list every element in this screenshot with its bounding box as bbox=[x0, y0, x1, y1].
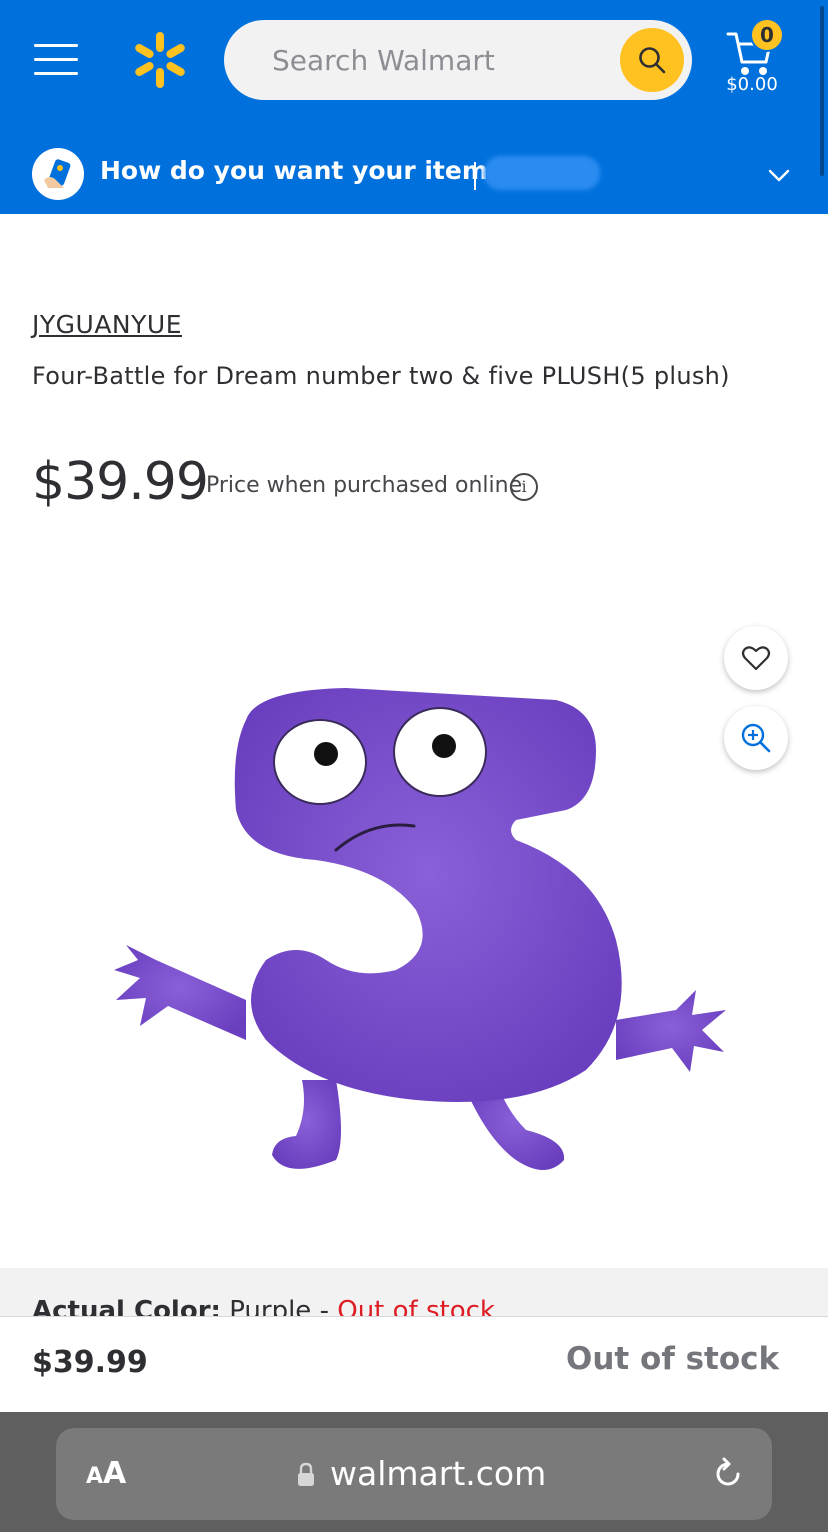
variant-status: Out of stock bbox=[337, 1296, 495, 1318]
product-image[interactable] bbox=[96, 660, 746, 1200]
lock-icon bbox=[298, 1462, 314, 1486]
info-icon[interactable]: i bbox=[510, 473, 538, 501]
zoom-in-icon bbox=[741, 723, 771, 753]
delivery-icon bbox=[32, 148, 84, 200]
redacted-address bbox=[484, 156, 600, 190]
product-price: $39.99 bbox=[32, 452, 209, 512]
variant-selector[interactable]: Actual Color: Purple - Out of stock bbox=[0, 1268, 828, 1318]
menu-icon[interactable] bbox=[34, 40, 78, 80]
variant-label: Actual Color: bbox=[32, 1296, 221, 1318]
browser-toolbar: AA walmart.com bbox=[0, 1412, 828, 1532]
delivery-selector[interactable]: How do you want your items? bbox=[0, 136, 828, 214]
chevron-down-icon bbox=[768, 169, 790, 182]
address-bar[interactable]: AA walmart.com bbox=[56, 1428, 772, 1520]
search-input[interactable] bbox=[272, 20, 612, 100]
heart-icon bbox=[741, 646, 771, 671]
site-header: 0 $0.00 How do you want your items? bbox=[0, 0, 828, 214]
sticky-price: $39.99 bbox=[32, 1345, 148, 1380]
out-of-stock-button[interactable]: Out of stock bbox=[566, 1341, 779, 1377]
cart-count-badge: 0 bbox=[750, 18, 784, 52]
url-domain[interactable]: walmart.com bbox=[330, 1454, 546, 1493]
favorite-button[interactable] bbox=[724, 626, 788, 690]
zoom-button[interactable] bbox=[724, 706, 788, 770]
text-size-button[interactable]: AA bbox=[86, 1456, 126, 1491]
brand-link[interactable]: JYGUANYUE bbox=[32, 310, 182, 339]
delivery-prompt: How do you want your items? bbox=[100, 156, 518, 185]
cart-button[interactable]: 0 $0.00 bbox=[716, 18, 796, 98]
reload-icon[interactable] bbox=[710, 1456, 746, 1492]
variant-value: Purple bbox=[229, 1296, 312, 1318]
divider bbox=[474, 162, 476, 190]
cart-total: $0.00 bbox=[726, 74, 778, 95]
sticky-purchase-bar: $39.99 Out of stock bbox=[0, 1316, 828, 1412]
product-title: Four-Battle for Dream number two & five … bbox=[32, 362, 730, 390]
aa-small: A bbox=[86, 1464, 104, 1489]
price-note: Price when purchased online bbox=[206, 473, 523, 498]
search-bar bbox=[224, 20, 692, 100]
aa-large: A bbox=[103, 1456, 127, 1491]
search-button[interactable] bbox=[620, 28, 684, 92]
walmart-spark-icon[interactable] bbox=[130, 30, 190, 90]
variant-separator: - bbox=[319, 1296, 329, 1318]
search-icon bbox=[639, 47, 666, 74]
